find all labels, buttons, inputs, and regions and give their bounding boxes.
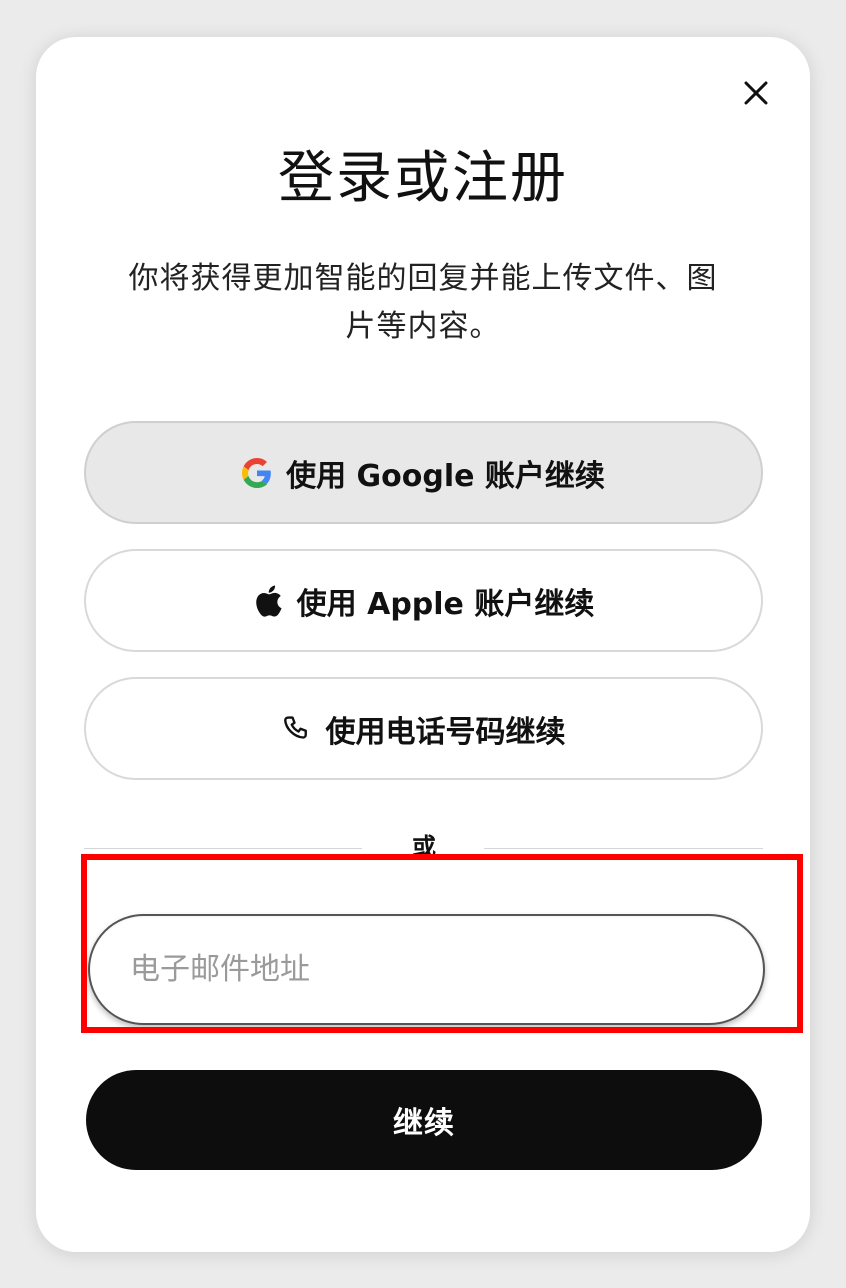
divider-line-right	[484, 848, 763, 849]
apple-button-label: 使用 Apple 账户继续	[296, 586, 595, 622]
apple-logo-icon	[253, 584, 283, 618]
google-button-label: 使用 Google 账户继续	[286, 458, 605, 494]
phone-icon	[282, 714, 312, 744]
continue-with-apple-button[interactable]: 使用 Apple 账户继续	[84, 549, 763, 652]
or-divider: 或	[84, 827, 763, 867]
continue-with-google-button[interactable]: 使用 Google 账户继续	[84, 421, 763, 524]
subtitle-line-2: 片等内容。	[345, 309, 501, 344]
continue-button[interactable]: 继续	[86, 1070, 762, 1170]
close-icon	[743, 80, 769, 110]
phone-button-label: 使用电话号码继续	[325, 714, 566, 750]
subtitle-line-1: 你将获得更加智能的回复并能上传文件、图	[128, 261, 718, 296]
login-dialog: 登录或注册 你将获得更加智能的回复并能上传文件、图 片等内容。 使用 Googl…	[36, 37, 810, 1252]
close-button[interactable]	[736, 75, 776, 115]
email-field[interactable]	[88, 914, 765, 1025]
continue-with-phone-button[interactable]: 使用电话号码继续	[84, 677, 763, 780]
dialog-title: 登录或注册	[278, 146, 568, 211]
dialog-subtitle: 你将获得更加智能的回复并能上传文件、图 片等内容。	[116, 255, 730, 351]
google-g-icon	[242, 457, 272, 488]
or-divider-text: 或	[412, 833, 436, 861]
divider-line-left	[84, 848, 362, 849]
